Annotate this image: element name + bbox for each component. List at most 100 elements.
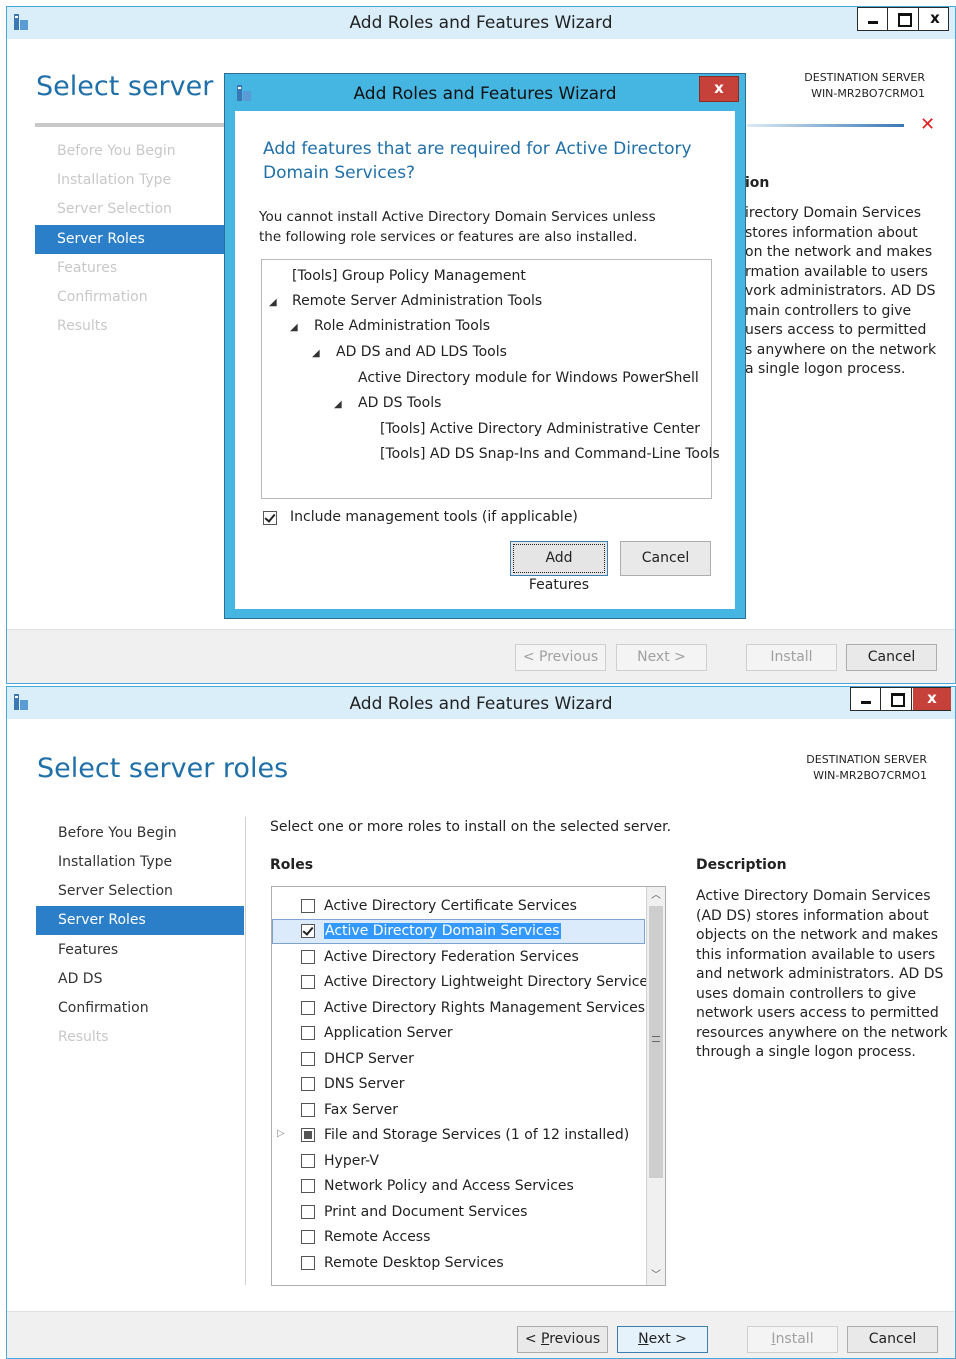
include-tools-checkbox[interactable] bbox=[263, 511, 277, 525]
role-checkbox[interactable] bbox=[301, 1154, 315, 1168]
role-item[interactable]: Print and Document Services bbox=[272, 1200, 645, 1225]
expand-arrow-icon[interactable]: ▷ bbox=[277, 1128, 285, 1139]
dialog-cancel-button[interactable]: Cancel bbox=[620, 541, 711, 576]
destination-name: WIN-MR2BO7CRMO1 bbox=[811, 87, 925, 100]
role-label: Active Directory Federation Services bbox=[324, 949, 579, 965]
close-icon[interactable] bbox=[920, 8, 950, 30]
nav-confirmation[interactable]: Confirmation bbox=[35, 283, 243, 312]
role-item[interactable]: DHCP Server bbox=[272, 1047, 645, 1072]
nav-features[interactable]: Features bbox=[35, 254, 243, 283]
role-checkbox[interactable] bbox=[301, 1103, 315, 1117]
nav-server-selection[interactable]: Server Selection bbox=[36, 877, 244, 906]
role-label: Active Directory Lightweight Directory S… bbox=[324, 974, 656, 990]
destination-name: WIN-MR2BO7CRMO1 bbox=[813, 769, 927, 782]
nav-server-selection[interactable]: Server Selection bbox=[35, 195, 243, 224]
tree-item: Active Directory module for Windows Powe… bbox=[358, 370, 699, 386]
role-checkbox[interactable] bbox=[301, 1128, 315, 1142]
next-button[interactable]: Next > bbox=[616, 644, 707, 671]
desc-line: network users access to permitted bbox=[696, 1005, 939, 1021]
expanded-triangle-icon: ◢ bbox=[290, 322, 298, 333]
role-checkbox[interactable] bbox=[301, 1026, 315, 1040]
role-item[interactable]: Active Directory Federation Services bbox=[272, 945, 645, 970]
scroll-down-icon[interactable]: ﹀ bbox=[647, 1267, 665, 1285]
nav-before-you-begin[interactable]: Before You Begin bbox=[35, 137, 243, 166]
role-checkbox[interactable] bbox=[301, 899, 315, 913]
page-title: Select server roles bbox=[37, 753, 289, 784]
nav-server-roles[interactable]: Server Roles bbox=[36, 906, 244, 935]
cancel-button[interactable]: Cancel bbox=[846, 644, 937, 671]
partial-description-heading: ion bbox=[745, 175, 770, 191]
nav-server-roles[interactable]: Server Roles bbox=[35, 225, 243, 254]
install-button[interactable]: Install bbox=[746, 644, 837, 671]
role-label: DHCP Server bbox=[324, 1051, 414, 1067]
role-checkbox[interactable] bbox=[301, 950, 315, 964]
role-checkbox[interactable] bbox=[301, 1256, 315, 1270]
role-label: Remote Access bbox=[324, 1229, 431, 1245]
nav-confirmation[interactable]: Confirmation bbox=[36, 994, 244, 1023]
footer-bar: < Previous Next > Install Cancel bbox=[7, 629, 955, 683]
nav-installation-type[interactable]: Installation Type bbox=[35, 166, 243, 195]
role-label: Network Policy and Access Services bbox=[324, 1178, 574, 1194]
next-button[interactable]: Next > bbox=[617, 1326, 708, 1353]
role-item[interactable]: Hyper-V bbox=[272, 1149, 645, 1174]
role-item[interactable]: Active Directory Lightweight Directory S… bbox=[272, 970, 655, 995]
desc-line: this information available to users bbox=[696, 946, 936, 963]
dialog-close-icon[interactable]: x bbox=[699, 76, 739, 102]
role-item[interactable]: Active Directory Rights Management Servi… bbox=[272, 996, 645, 1021]
tree-item: [Tools] AD DS Snap-Ins and Command-Line … bbox=[380, 446, 720, 462]
title-bar[interactable]: Add Roles and Features Wizard bbox=[7, 687, 955, 719]
role-item[interactable]: Network Policy and Access Services bbox=[272, 1174, 645, 1199]
role-checkbox[interactable] bbox=[301, 1230, 315, 1244]
include-tools-label[interactable]: Include management tools (if applicable) bbox=[290, 509, 578, 525]
nav-results[interactable]: Results bbox=[36, 1023, 244, 1052]
scroll-thumb[interactable] bbox=[649, 906, 663, 1178]
desc-line: users access to permitted bbox=[745, 322, 927, 338]
role-checkbox[interactable] bbox=[301, 1052, 315, 1066]
desc-line: main controllers to give bbox=[745, 302, 912, 319]
maximize-icon[interactable] bbox=[882, 688, 912, 710]
nav-installation-type[interactable]: Installation Type bbox=[36, 848, 244, 877]
role-item[interactable]: ▷ File and Storage Services (1 of 12 inst… bbox=[272, 1123, 645, 1148]
role-item[interactable]: DNS Server bbox=[272, 1072, 645, 1097]
destination-label: DESTINATION SERVER bbox=[804, 71, 925, 84]
cancel-button[interactable]: Cancel bbox=[847, 1326, 938, 1353]
desc-line: and network administrators. AD DS bbox=[696, 966, 944, 982]
role-item[interactable]: Application Server bbox=[272, 1021, 645, 1046]
desc-line: (AD DS) stores information about bbox=[696, 907, 929, 924]
role-item-selected[interactable]: Active Directory Domain Services bbox=[272, 919, 645, 944]
role-checkbox[interactable] bbox=[301, 1001, 315, 1015]
role-checkbox[interactable] bbox=[301, 975, 315, 989]
dialog-body: Add features that are required for Activ… bbox=[235, 111, 735, 609]
expanded-triangle-icon: ◢ bbox=[312, 348, 320, 359]
previous-button[interactable]: < Previous bbox=[517, 1326, 608, 1353]
close-icon[interactable] bbox=[913, 688, 951, 710]
maximize-icon[interactable] bbox=[889, 8, 919, 30]
role-item[interactable]: Active Directory Certificate Services bbox=[272, 894, 645, 919]
desc-line: objects on the network and makes bbox=[696, 927, 939, 943]
roles-scrollbar[interactable]: ︿ ﹀ bbox=[646, 887, 665, 1285]
tree-item: [Tools] Active Directory Administrative … bbox=[380, 421, 701, 437]
role-checkbox[interactable] bbox=[301, 924, 315, 938]
tree-item: AD DS and AD LDS Tools bbox=[336, 344, 507, 360]
scroll-up-icon[interactable]: ︿ bbox=[647, 887, 665, 905]
nav-divider bbox=[245, 817, 246, 1285]
role-item[interactable]: Fax Server bbox=[272, 1098, 645, 1123]
nav-before-you-begin[interactable]: Before You Begin bbox=[36, 819, 244, 848]
role-checkbox[interactable] bbox=[301, 1205, 315, 1219]
role-checkbox[interactable] bbox=[301, 1179, 315, 1193]
previous-button[interactable]: < Previous bbox=[515, 644, 606, 671]
role-item[interactable]: Remote Access bbox=[272, 1225, 645, 1250]
minimize-icon[interactable] bbox=[851, 688, 881, 710]
install-button[interactable]: Install bbox=[747, 1326, 838, 1353]
role-item[interactable]: Remote Desktop Services bbox=[272, 1251, 645, 1276]
role-description: Active Directory Domain Services (AD DS)… bbox=[696, 887, 948, 1063]
role-checkbox[interactable] bbox=[301, 1077, 315, 1091]
nav-results[interactable]: Results bbox=[35, 312, 243, 341]
nav-ad-ds[interactable]: AD DS bbox=[36, 965, 244, 994]
add-features-button[interactable]: Add Features bbox=[510, 541, 608, 593]
title-bar[interactable]: Add Roles and Features Wizard bbox=[7, 7, 955, 39]
expanded-triangle-icon: ◢ bbox=[334, 399, 342, 410]
minimize-icon[interactable] bbox=[858, 8, 888, 30]
nav-features[interactable]: Features bbox=[36, 936, 244, 965]
role-label: Print and Document Services bbox=[324, 1204, 528, 1220]
